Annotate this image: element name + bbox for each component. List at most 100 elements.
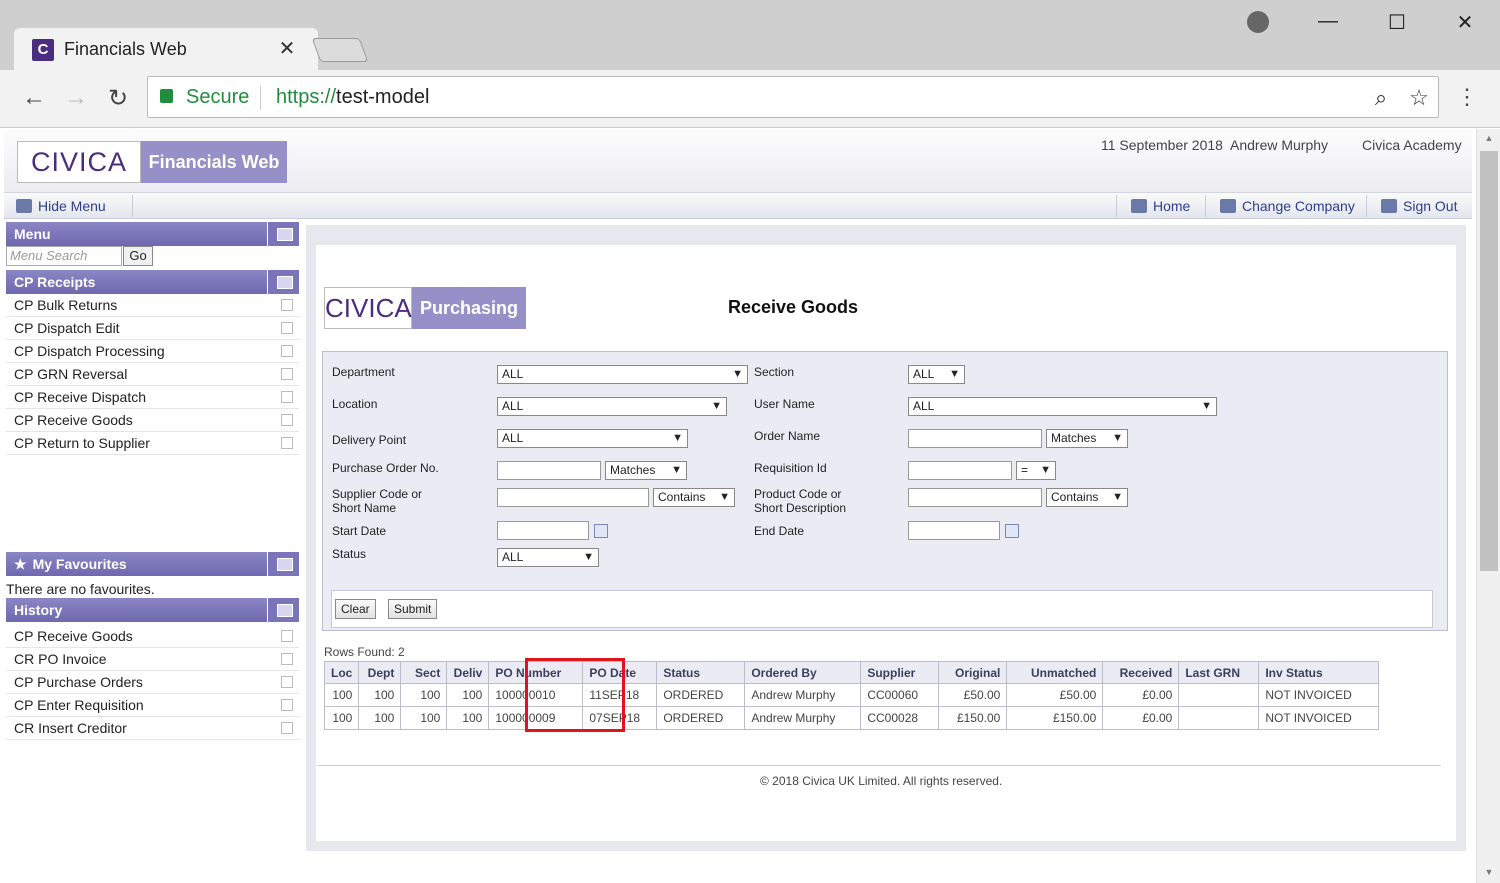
start-date-input[interactable] [497,521,589,540]
table-cell: 100 [323,683,360,707]
vertical-scrollbar[interactable]: ▲ ▼ [1476,129,1500,883]
sidebar-menu-item[interactable]: CR Insert Creditor [6,717,299,740]
end-date-input[interactable] [908,521,1000,540]
delivery-point-select[interactable]: ALL ▼ [497,429,688,448]
status-select[interactable]: ALL ▼ [497,548,599,567]
civica-logo: CIVICA [17,141,141,183]
sidebar-menu-item[interactable]: CP Return to Supplier [6,432,299,455]
calendar-icon[interactable] [1005,524,1019,538]
clear-button[interactable]: Clear [335,599,376,619]
forward-button[interactable]: → [61,84,91,112]
submit-button[interactable]: Submit [388,599,438,619]
column-header[interactable]: Ordered By [744,661,862,684]
scroll-down-icon[interactable]: ▼ [1477,867,1500,877]
sidebar-menu-item[interactable]: CP GRN Reversal [6,363,299,386]
supplier-match-select[interactable]: Contains ▼ [653,488,735,507]
open-external-icon[interactable] [281,299,293,311]
panel-toggle-icon[interactable] [267,270,299,294]
section-select[interactable]: ALL ▼ [908,365,965,384]
location-select[interactable]: ALL ▼ [497,397,727,416]
calendar-icon[interactable] [594,524,608,538]
open-external-icon[interactable] [281,322,293,334]
dropdown-arrow-icon: ▼ [1040,464,1051,476]
order-name-input[interactable] [908,429,1042,448]
sidebar-menu-item[interactable]: CP Dispatch Processing [6,340,299,363]
requisition-input[interactable] [908,461,1012,480]
user-name-select[interactable]: ALL ▼ [908,397,1217,416]
column-header[interactable]: Received [1102,661,1180,684]
profile-icon[interactable] [1247,11,1269,33]
supplier-input[interactable] [497,488,649,507]
tab-close-icon[interactable]: ✕ [276,36,298,61]
change-company-label: Change Company [1242,198,1355,214]
open-external-icon[interactable] [281,368,293,380]
bookmark-star-icon[interactable]: ☆ [1406,85,1432,111]
panel-toggle-icon[interactable] [267,222,299,246]
open-external-icon[interactable] [281,414,293,426]
close-window-button[interactable]: ✕ [1450,10,1480,35]
po-number-match-select[interactable]: Matches ▼ [605,461,687,480]
column-header[interactable]: Sect [400,661,448,684]
column-header[interactable]: Inv Status [1258,661,1380,684]
menubar-divider [132,195,133,217]
open-external-icon[interactable] [281,630,293,642]
column-header[interactable]: Unmatched [1006,661,1104,684]
browser-menu-icon[interactable]: ⋮ [1455,84,1479,110]
hide-menu-button[interactable]: Hide Menu [16,198,106,214]
sidebar-menu-item[interactable]: CP Enter Requisition [6,694,299,717]
column-header[interactable]: Last GRN [1178,661,1260,684]
table-cell[interactable]: £50.00 [938,683,1008,707]
product-match-value: Contains [1051,490,1099,504]
column-header[interactable]: Loc [323,661,360,684]
table-cell: NOT INVOICED [1258,706,1380,730]
sidebar-menu-item[interactable]: CP Receive Goods [6,625,299,648]
title-bar: C Financials Web ✕ — ☐ ✕ [0,0,1500,70]
open-external-icon[interactable] [281,676,293,688]
sidebar-menu-item[interactable]: CP Bulk Returns [6,294,299,317]
requisition-match-select[interactable]: = ▼ [1016,461,1056,480]
sidebar-menu-item[interactable]: CP Receive Goods [6,409,299,432]
open-external-icon[interactable] [281,699,293,711]
column-header[interactable]: Status [656,661,746,684]
new-tab-button[interactable] [311,38,369,62]
sidebar-menu-item[interactable]: CP Purchase Orders [6,671,299,694]
product-match-select[interactable]: Contains ▼ [1046,488,1128,507]
menu-search-input[interactable]: Menu Search [6,246,122,266]
open-external-icon[interactable] [281,345,293,357]
zoom-icon[interactable]: ⌕ [1368,85,1394,111]
minimize-button[interactable]: — [1313,10,1343,33]
sidebar-menu-item[interactable]: CR PO Invoice [6,648,299,671]
reload-button[interactable]: ↻ [103,84,133,113]
scroll-up-icon[interactable]: ▲ [1477,133,1500,143]
home-link[interactable]: Home [1131,198,1190,214]
section-value: ALL [913,367,935,381]
column-header[interactable]: Supplier [860,661,940,684]
panel-toggle-icon[interactable] [267,552,299,576]
panel-toggle-icon[interactable] [267,598,299,622]
column-header[interactable]: Dept [358,661,402,684]
open-external-icon[interactable] [281,437,293,449]
order-name-match-select[interactable]: Matches ▼ [1046,429,1128,448]
back-button[interactable]: ← [19,84,49,112]
sidebar-menu-item[interactable]: CP Dispatch Edit [6,317,299,340]
po-number-input[interactable] [497,461,601,480]
change-company-link[interactable]: Change Company [1220,198,1355,214]
go-button[interactable]: Go [123,246,153,266]
browser-tab[interactable]: C Financials Web ✕ [14,28,318,70]
column-header[interactable]: Deliv [446,661,490,684]
open-external-icon[interactable] [281,722,293,734]
sign-out-link[interactable]: Sign Out [1381,198,1457,214]
scroll-thumb[interactable] [1480,151,1498,571]
sidebar-menu-item[interactable]: CP Receive Dispatch [6,386,299,409]
address-bar[interactable]: Secure https://test-model ⌕ ☆ [147,76,1439,118]
table-cell [1178,706,1260,730]
table-cell[interactable]: £150.00 [938,706,1008,730]
open-external-icon[interactable] [281,653,293,665]
rows-found-text: Rows Found: 2 [324,645,405,659]
open-external-icon[interactable] [281,391,293,403]
maximize-button[interactable]: ☐ [1382,10,1412,35]
url-text[interactable]: https://test-model [276,86,429,109]
product-input[interactable] [908,488,1042,507]
column-header[interactable]: Original [938,661,1008,684]
department-select[interactable]: ALL ▼ [497,365,748,384]
